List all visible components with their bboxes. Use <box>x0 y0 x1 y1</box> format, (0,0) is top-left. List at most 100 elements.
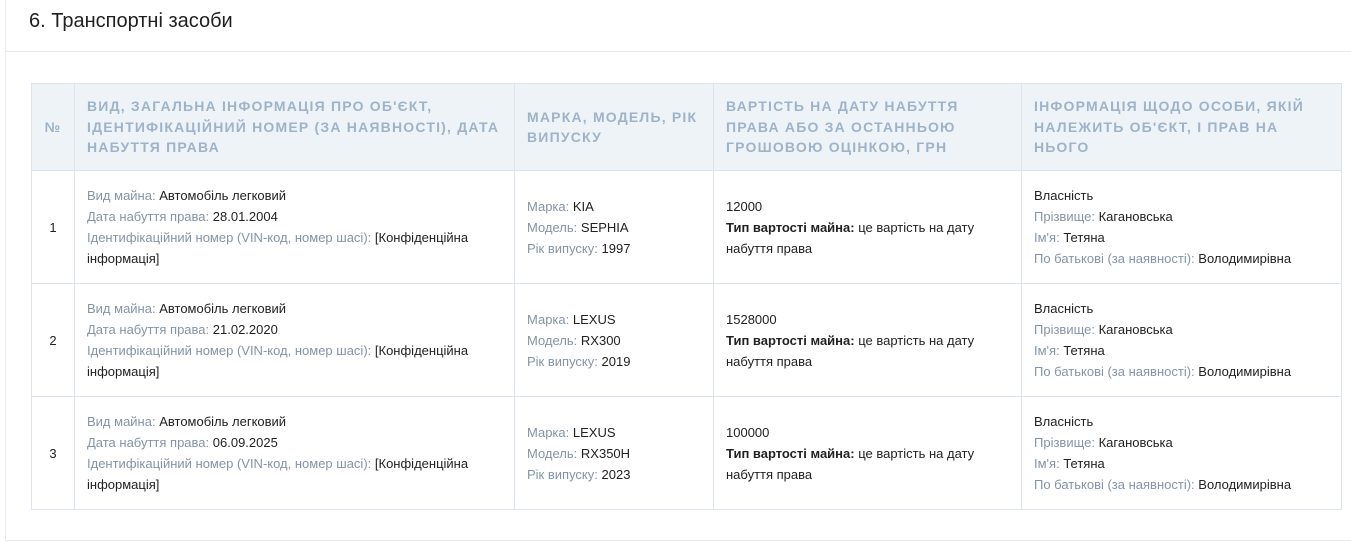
row-number: 2 <box>31 283 75 397</box>
model-value: RX300 <box>580 332 621 348</box>
vehicles-table-wrapper: № Вид, загальна інформація про об'єкт, і… <box>31 83 1342 510</box>
property-type-label: Вид майна: <box>87 188 156 203</box>
year-line: Рік випуску: 2023 <box>527 464 701 485</box>
header-brand-model-year: Марка, модель, рік випуску <box>514 83 714 171</box>
table-body: 1 Вид майна: Автомобіль легковий Дата на… <box>31 170 1342 510</box>
value-amount: 1528000 <box>726 311 777 327</box>
patronymic-value: Володимирівна <box>1198 364 1292 379</box>
brand-line: Марка: LEXUS <box>527 422 701 443</box>
value-type-label: Тип вартості майна: <box>726 445 855 461</box>
header-number: № <box>31 83 75 171</box>
acquire-date-value: 06.09.2025 <box>212 435 278 450</box>
surname-label: Прізвище: <box>1034 322 1095 337</box>
value-amount: 100000 <box>726 424 770 440</box>
header-owner-info: Інформація щодо особи, якій належить об'… <box>1021 83 1342 171</box>
name-value: Тетяна <box>1063 230 1105 245</box>
value-type-line: Тип вартості майна: це вартість на дату … <box>726 330 1009 372</box>
patronymic-line: По батькові (за наявності): Володимирівн… <box>1034 361 1329 382</box>
owner-info-cell: Власність Прізвище: Кагановська Ім'я: Те… <box>1021 170 1342 284</box>
year-line: Рік випуску: 2019 <box>527 351 701 372</box>
patronymic-label: По батькові (за наявності): <box>1034 364 1195 379</box>
acquire-date-label: Дата набуття права: <box>87 209 210 224</box>
property-type-label: Вид майна: <box>87 414 156 429</box>
vin-label: Ідентифікаційний номер (VIN-код, номер ш… <box>87 456 372 471</box>
patronymic-label: По батькові (за наявності): <box>1034 251 1195 266</box>
value-type-line: Тип вартості майна: це вартість на дату … <box>726 443 1009 485</box>
section-title: 6. Транспортні засоби <box>29 10 233 32</box>
year-value: 1997 <box>601 240 631 256</box>
year-value: 2019 <box>601 353 631 369</box>
model-label: Модель: <box>527 219 578 235</box>
year-label: Рік випуску: <box>527 466 598 482</box>
surname-value: Кагановська <box>1098 209 1173 224</box>
property-type-line: Вид майна: Автомобіль легковий <box>87 185 502 206</box>
vin-label: Ідентифікаційний номер (VIN-код, номер ш… <box>87 343 372 358</box>
section-header: 6. Транспортні засоби <box>6 0 1351 52</box>
property-type-line: Вид майна: Автомобіль легковий <box>87 298 502 319</box>
model-value: SEPHIA <box>580 219 629 235</box>
name-label: Ім'я: <box>1034 456 1060 471</box>
surname-value: Кагановська <box>1098 435 1173 450</box>
model-line: Модель: SEPHIA <box>527 217 701 238</box>
patronymic-line: По батькові (за наявності): Володимирівн… <box>1034 474 1329 495</box>
surname-line: Прізвище: Кагановська <box>1034 319 1329 340</box>
brand-line: Марка: KIA <box>527 196 701 217</box>
name-label: Ім'я: <box>1034 230 1060 245</box>
property-type-label: Вид майна: <box>87 301 156 316</box>
vin-line: Ідентифікаційний номер (VIN-код, номер ш… <box>87 453 502 495</box>
year-label: Рік випуску: <box>527 353 598 369</box>
table-row: 3 Вид майна: Автомобіль легковий Дата на… <box>31 396 1342 510</box>
patronymic-label: По батькові (за наявності): <box>1034 477 1195 492</box>
right-type: Власність <box>1034 414 1094 429</box>
value-type-line: Тип вартості майна: це вартість на дату … <box>726 217 1009 259</box>
brand-model-cell: Марка: LEXUS Модель: RX300 Рік випуску: … <box>514 283 714 397</box>
name-label: Ім'я: <box>1034 343 1060 358</box>
value-cell: 1528000 Тип вартості майна: це вартість … <box>713 283 1022 397</box>
name-value: Тетяна <box>1063 456 1105 471</box>
model-line: Модель: RX300 <box>527 330 701 351</box>
header-object-info: Вид, загальна інформація про об'єкт, іде… <box>74 83 515 171</box>
object-info-cell: Вид майна: Автомобіль легковий Дата набу… <box>74 283 515 397</box>
patronymic-line: По батькові (за наявності): Володимирівн… <box>1034 248 1329 269</box>
acquire-date-line: Дата набуття права: 21.02.2020 <box>87 319 502 340</box>
brand-label: Марка: <box>527 311 570 327</box>
object-info-cell: Вид майна: Автомобіль легковий Дата набу… <box>74 170 515 284</box>
name-line: Ім'я: Тетяна <box>1034 340 1329 361</box>
property-type-value: Автомобіль легковий <box>159 301 287 316</box>
brand-label: Марка: <box>527 424 570 440</box>
table-row: 2 Вид майна: Автомобіль легковий Дата на… <box>31 283 1342 397</box>
header-value: Вартість на дату набуття права або за ос… <box>713 83 1022 171</box>
brand-label: Марка: <box>527 198 570 214</box>
value-type-label: Тип вартості майна: <box>726 219 855 235</box>
model-line: Модель: RX350H <box>527 443 701 464</box>
vin-label: Ідентифікаційний номер (VIN-код, номер ш… <box>87 230 372 245</box>
header-row: № Вид, загальна інформація про об'єкт, і… <box>31 83 1342 171</box>
brand-model-cell: Марка: LEXUS Модель: RX350H Рік випуску:… <box>514 396 714 510</box>
owner-info-cell: Власність Прізвище: Кагановська Ім'я: Те… <box>1021 396 1342 510</box>
brand-line: Марка: LEXUS <box>527 309 701 330</box>
brand-value: LEXUS <box>572 424 616 440</box>
patronymic-value: Володимирівна <box>1198 251 1292 266</box>
patronymic-value: Володимирівна <box>1198 477 1292 492</box>
acquire-date-value: 28.01.2004 <box>212 209 278 224</box>
name-value: Тетяна <box>1063 343 1105 358</box>
property-type-value: Автомобіль легковий <box>159 414 287 429</box>
model-label: Модель: <box>527 332 578 348</box>
acquire-date-line: Дата набуття права: 28.01.2004 <box>87 206 502 227</box>
row-number: 3 <box>31 396 75 510</box>
property-type-line: Вид майна: Автомобіль легковий <box>87 411 502 432</box>
object-info-cell: Вид майна: Автомобіль легковий Дата набу… <box>74 396 515 510</box>
table-header: № Вид, загальна інформація про об'єкт, і… <box>31 83 1342 171</box>
vin-line: Ідентифікаційний номер (VIN-код, номер ш… <box>87 340 502 382</box>
row-number: 1 <box>31 170 75 284</box>
value-amount: 12000 <box>726 198 763 214</box>
property-type-value: Автомобіль легковий <box>159 188 287 203</box>
surname-value: Кагановська <box>1098 322 1173 337</box>
right-type: Власність <box>1034 188 1094 203</box>
acquire-date-label: Дата набуття права: <box>87 322 210 337</box>
value-type-label: Тип вартості майна: <box>726 332 855 348</box>
surname-line: Прізвище: Кагановська <box>1034 432 1329 453</box>
model-label: Модель: <box>527 445 578 461</box>
owner-info-cell: Власність Прізвище: Кагановська Ім'я: Те… <box>1021 283 1342 397</box>
year-label: Рік випуску: <box>527 240 598 256</box>
